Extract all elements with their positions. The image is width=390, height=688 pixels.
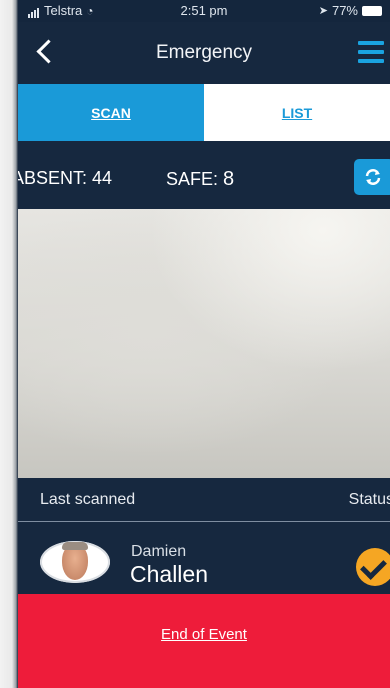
scan-header: Last scanned Status	[18, 478, 390, 522]
avatar-hair	[62, 542, 88, 550]
safe-count: SAFE: 8	[166, 168, 234, 191]
end-of-event-button[interactable]: End of Event	[161, 626, 247, 643]
last-scanned-row[interactable]: Damien Challen	[18, 522, 390, 594]
page-title: Emergency	[155, 42, 253, 63]
end-event-bar: End of Event	[18, 594, 390, 688]
battery-icon	[362, 5, 382, 16]
status-label: Status	[348, 491, 390, 508]
counts-bar: ABSENT: 44 SAFE: 8	[18, 141, 390, 209]
battery-percent: 77%	[331, 3, 358, 18]
camera-scanner-view[interactable]	[18, 209, 390, 478]
tab-bar: SCAN LIST	[18, 84, 390, 141]
navigation-bar: Emergency	[18, 22, 390, 84]
device-bezel	[0, 0, 18, 688]
phone-frame: Telstra ◔ 2:51 pm ➤ 77% Emergency SCAN L…	[0, 0, 390, 688]
person-last-name: Challen	[130, 561, 208, 587]
location-arrow-icon: ➤	[318, 5, 328, 17]
avatar	[40, 541, 110, 583]
refresh-icon	[365, 169, 381, 185]
person-first-name: Damien	[131, 543, 187, 560]
ios-status-bar: Telstra ◔ 2:51 pm ➤ 77%	[18, 0, 390, 22]
checkmark-icon	[356, 548, 390, 586]
absent-label: ABSENT:	[18, 168, 88, 188]
absent-count: ABSENT: 44	[18, 168, 112, 189]
tab-list[interactable]: LIST	[204, 84, 390, 141]
tab-scan[interactable]: SCAN	[18, 84, 204, 141]
last-scanned-label: Last scanned	[40, 491, 136, 508]
refresh-button[interactable]	[354, 159, 390, 195]
safe-label: SAFE:	[166, 169, 219, 189]
status-right: ➤ 77%	[319, 3, 382, 18]
safe-value: 8	[223, 168, 235, 190]
absent-value: 44	[92, 168, 113, 188]
hamburger-menu-icon[interactable]	[358, 41, 384, 65]
app-screen: Telstra ◔ 2:51 pm ➤ 77% Emergency SCAN L…	[18, 0, 390, 688]
